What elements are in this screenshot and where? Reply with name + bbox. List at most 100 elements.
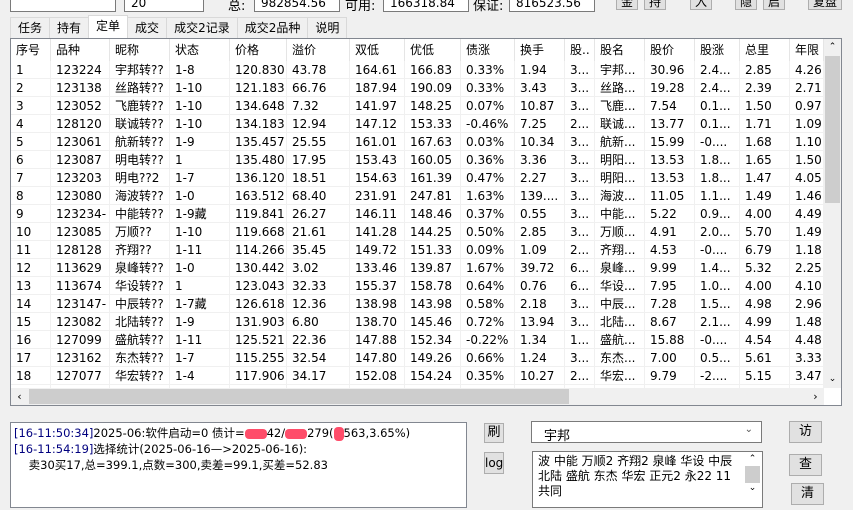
table-cell: 153.33 [405, 115, 461, 133]
table-cell: 1-9 [170, 313, 230, 331]
scroll-up-icon[interactable]: ⌃ [824, 39, 841, 56]
tab-7[interactable]: 说明 [307, 17, 348, 38]
horizontal-scroll-thumb[interactable] [29, 389, 569, 404]
column-header[interactable]: 债涨 [461, 39, 515, 61]
column-header[interactable]: 昵称 [110, 39, 170, 61]
log-button[interactable]: log [484, 452, 504, 474]
log-textarea[interactable]: [16-11:50:34]2025-06:软件启动=0 债计= 42/279(56… [10, 422, 467, 508]
table-cell: 0.55 [515, 205, 565, 223]
table-row[interactable]: 11 128128 齐翔?? 1-11 114.266 35.45 149.72 151.33… [11, 241, 824, 259]
gold-button[interactable]: 金 [616, 0, 638, 10]
table-row[interactable]: 17 123162 东杰转?? 1-7 115.255 32.54 147.80 149.26… [11, 349, 824, 367]
column-header[interactable]: 总里 [740, 39, 790, 61]
top-input-2[interactable]: 20 [124, 0, 204, 12]
vertical-scroll-thumb[interactable] [825, 56, 840, 203]
table-cell: 海波转?? [110, 187, 170, 205]
table-cell: 1.09 [790, 115, 824, 133]
table-cell: 1.50 [740, 97, 790, 115]
table-row[interactable]: 18 127077 华宏转?? 1-4 117.906 34.17 152.08 154.24… [11, 367, 824, 385]
column-header[interactable]: 状态 [170, 39, 230, 61]
table-row[interactable]: 9 123234- 中能转?? 1-9藏 119.841 26.27 146.11 148.4… [11, 205, 824, 223]
table-cell: 10 [11, 223, 51, 241]
margin-field[interactable]: 816523.56 [509, 0, 595, 12]
column-header[interactable]: 序号 [11, 39, 51, 61]
table-row[interactable]: 7 123203 明电??2 1-7 136.120 18.51 154.63 161.39 0… [11, 169, 824, 187]
table-cell: 134.183 [230, 115, 287, 133]
table-row[interactable]: 16 127099 盛航转?? 1-11 125.521 22.36 147.88 152.3… [11, 331, 824, 349]
table-row[interactable]: 5 123061 航新转?? 1-9 135.457 25.55 161.01 167.63 0… [11, 133, 824, 151]
table-cell: 1-7 [170, 169, 230, 187]
tab-3[interactable]: 定单 [88, 15, 129, 39]
table-cell: 148.46 [405, 205, 461, 223]
table-row[interactable]: 13 113674 华设转?? 1 123.043 32.33 155.37 158.78 0.… [11, 277, 824, 295]
horizontal-scrollbar[interactable]: ‹ › [11, 388, 824, 405]
column-header[interactable]: 双低 [350, 39, 405, 61]
scroll-right-icon[interactable]: › [807, 388, 824, 405]
table-row[interactable]: 12 113629 泉峰转?? 1-0 130.442 3.02 133.46 139.87 1… [11, 259, 824, 277]
start-button[interactable]: 启 [763, 0, 785, 10]
column-header[interactable]: 价格 [230, 39, 287, 61]
query-button[interactable]: 查 [789, 454, 822, 476]
hold-button[interactable]: 持 [644, 0, 666, 10]
tab-6[interactable]: 成交2品种 [236, 17, 309, 38]
tab-1[interactable]: 任务 [10, 17, 51, 38]
table-cell: 125.521 [230, 331, 287, 349]
table-cell: 4.91 [645, 223, 695, 241]
table-cell: 10.27 [515, 367, 565, 385]
table-cell: 5.61 [740, 349, 790, 367]
table-cell: 明阳... [595, 169, 645, 187]
column-header[interactable]: 溢价 [287, 39, 350, 61]
scroll-left-icon[interactable]: ‹ [11, 388, 28, 405]
table-row[interactable]: 14 123147- 中辰转?? 1-7藏 126.618 12.36 138.98 143.… [11, 295, 824, 313]
hide-button[interactable]: 隐 [735, 0, 757, 10]
table-row[interactable]: 3 123052 飞鹿转?? 1-10 134.648 7.32 141.97 148.25 0… [11, 97, 824, 115]
top-input-1[interactable] [10, 0, 116, 12]
table-cell: 3 [11, 97, 51, 115]
visit-button[interactable]: 访 [789, 421, 822, 443]
column-header[interactable]: 品种 [51, 39, 110, 61]
table-cell: 141.97 [350, 97, 405, 115]
vertical-scrollbar[interactable]: ⌃ ⌄ [824, 39, 841, 388]
tab-5[interactable]: 成交2记录 [166, 17, 238, 38]
table-cell: 152.08 [350, 367, 405, 385]
list-scrollbar[interactable]: ⌃ ⌄ [745, 454, 760, 505]
table-cell: 231.91 [350, 187, 405, 205]
column-header[interactable]: 股价 [645, 39, 695, 61]
table-row[interactable]: 15 123082 北陆转?? 1-9 131.903 6.80 138.70 145.46 0… [11, 313, 824, 331]
order-table: 序号 品种 昵称 状态 价格 溢价 双低 优低 债涨 换手 股.. 股名 股价 股涨 总里 年限 1 123224… [10, 38, 842, 406]
scroll-down-icon[interactable]: ⌄ [824, 371, 841, 388]
column-header[interactable]: 换手 [515, 39, 565, 61]
stock-combobox[interactable]: 宇邦 ⌄ [531, 421, 762, 444]
table-row[interactable]: 10 123085 万顺?? 1-10 119.668 21.61 141.28 144.25… [11, 223, 824, 241]
column-header[interactable]: 优低 [405, 39, 461, 61]
column-header[interactable]: 股.. [565, 39, 595, 61]
tab-4[interactable]: 成交 [127, 17, 168, 38]
replay-button[interactable]: 复盘 [808, 0, 842, 10]
table-row[interactable]: 8 123080 海波转?? 1-0 163.512 68.40 231.91 247.81 1… [11, 187, 824, 205]
table-cell: 34.17 [287, 367, 350, 385]
avail-field[interactable]: 166318.84 [383, 0, 469, 12]
table-cell: 0.37% [461, 205, 515, 223]
scroll-down-icon[interactable]: ⌄ [745, 483, 760, 493]
column-header[interactable]: 年限 [790, 39, 824, 61]
clear-button[interactable]: 清 [791, 483, 824, 505]
total-field[interactable]: 982854.56 [254, 0, 340, 12]
stock-list-textbox[interactable]: 波 中能 万顺2 齐翔2 泉峰 华设 中辰 北陆 盛航 东杰 华宏 正元2 永2… [532, 451, 763, 508]
table-row[interactable]: 4 128120 联诚转?? 1-10 134.183 12.94 147.12 153.33… [11, 115, 824, 133]
list-scroll-thumb[interactable] [745, 466, 760, 483]
scroll-up-icon[interactable]: ⌃ [745, 454, 760, 464]
chevron-down-icon[interactable]: ⌄ [745, 424, 753, 435]
enter-button[interactable]: 入 [690, 0, 712, 10]
table-row[interactable]: 6 123087 明电转?? 1 135.480 17.95 153.43 160.05 0.3… [11, 151, 824, 169]
table-cell: 0.50% [461, 223, 515, 241]
table-row[interactable]: 1 123224 宇邦转?? 1-8 120.830 43.78 164.61 166.83 0… [11, 61, 824, 79]
tab-2[interactable]: 持有 [49, 17, 90, 38]
table-row[interactable]: 2 123138 丝路转?? 1-10 121.183 66.76 187.94 190.09… [11, 79, 824, 97]
table-cell: 146.11 [350, 205, 405, 223]
column-header[interactable]: 股涨 [695, 39, 740, 61]
column-header[interactable]: 股名 [595, 39, 645, 61]
refresh-button[interactable]: 刷 [484, 423, 504, 443]
table-cell: 119.841 [230, 205, 287, 223]
table-header: 序号 品种 昵称 状态 价格 溢价 双低 优低 债涨 换手 股.. 股名 股价 股涨 总里 年限 [11, 39, 824, 61]
table-cell: 4.53 [645, 241, 695, 259]
